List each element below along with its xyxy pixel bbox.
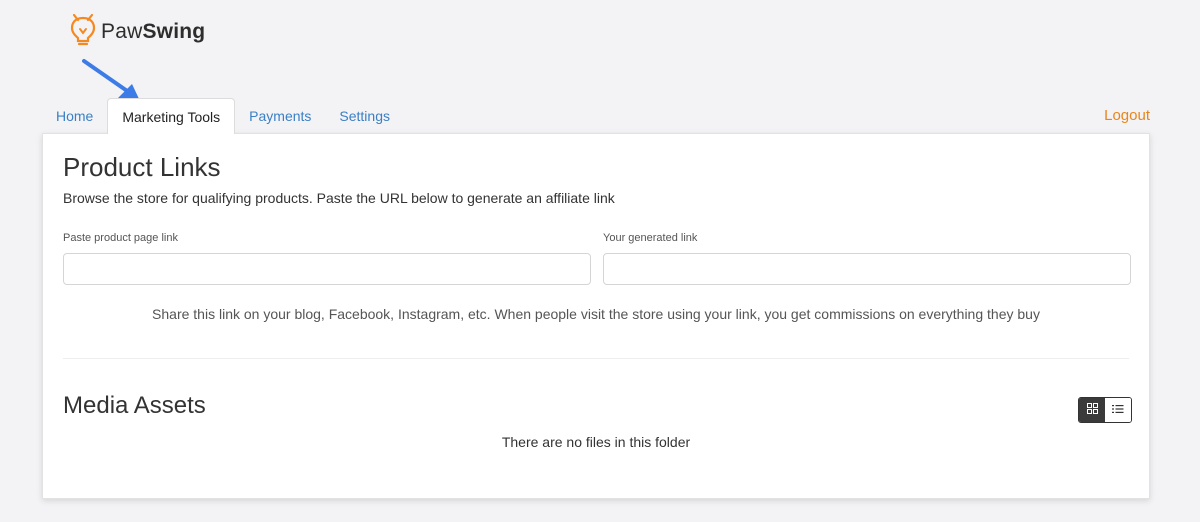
main-tabs: Home Marketing Tools Payments Settings L… — [42, 98, 1150, 134]
product-links-subtitle: Browse the store for qualifying products… — [63, 190, 615, 206]
brand-logo[interactable]: PawSwing — [70, 12, 205, 51]
empty-folder-message: There are no files in this folder — [501, 434, 691, 450]
grid-view-button[interactable] — [1079, 398, 1105, 422]
logout-link[interactable]: Logout — [1104, 98, 1150, 133]
section-divider — [63, 358, 1129, 359]
list-icon — [1112, 401, 1124, 419]
generated-link-label: Your generated link — [603, 232, 698, 244]
marketing-tools-panel: Product Links Browse the store for quali… — [42, 133, 1150, 499]
tab-settings[interactable]: Settings — [325, 98, 404, 133]
tab-home[interactable]: Home — [42, 98, 107, 133]
generated-link-input[interactable] — [603, 253, 1131, 285]
tab-marketing-tools[interactable]: Marketing Tools — [107, 98, 236, 134]
product-page-link-input[interactable] — [63, 253, 591, 285]
list-view-button[interactable] — [1105, 398, 1131, 422]
grid-icon — [1086, 401, 1098, 419]
view-mode-toggle — [1078, 397, 1132, 423]
tab-payments[interactable]: Payments — [235, 98, 325, 133]
paste-link-label: Paste product page link — [63, 232, 178, 244]
product-links-title: Product Links — [63, 152, 221, 182]
media-assets-title: Media Assets — [63, 392, 206, 419]
share-note: Share this link on your blog, Facebook, … — [152, 306, 1040, 322]
cat-bulb-icon — [70, 12, 96, 51]
brand-name: PawSwing — [101, 19, 206, 43]
